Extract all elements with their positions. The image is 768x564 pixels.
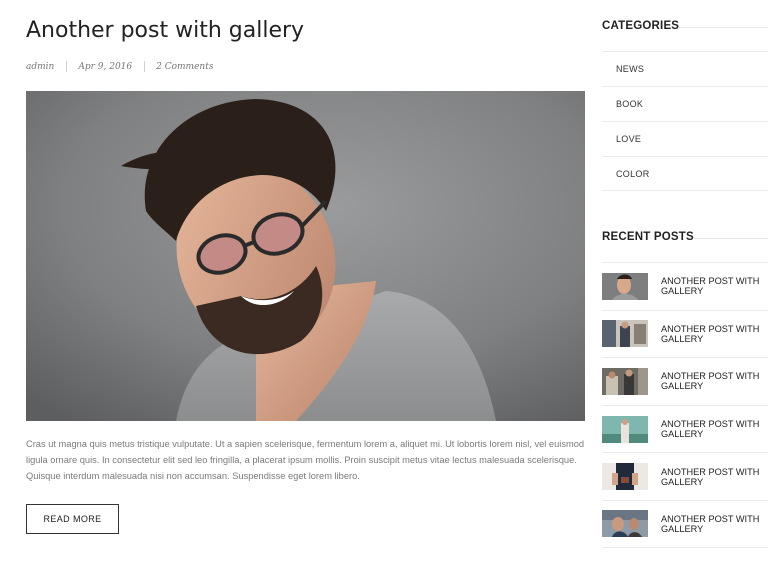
recent-posts-widget-title: RECENT POSTS: [602, 231, 694, 243]
recent-posts-list: ANOTHER POST WITH GALLERY ANOTHER POST W…: [602, 262, 768, 548]
category-item-color[interactable]: COLOR: [602, 156, 768, 191]
recent-post-item[interactable]: ANOTHER POST WITH GALLERY: [602, 452, 768, 500]
post-title[interactable]: Another post with gallery: [26, 18, 304, 43]
categories-list: NEWS BOOK LOVE COLOR: [602, 51, 768, 191]
recent-post-thumbnail[interactable]: [602, 510, 648, 538]
meta-divider: [66, 61, 68, 72]
category-item-love[interactable]: LOVE: [602, 121, 768, 156]
recent-post-item[interactable]: ANOTHER POST WITH GALLERY: [602, 357, 768, 405]
widget-title-rule: [678, 27, 768, 28]
recent-post-title[interactable]: ANOTHER POST WITH GALLERY: [661, 371, 765, 391]
recent-post-thumbnail[interactable]: [602, 320, 648, 348]
post-meta: admin Apr 9, 2016 2 Comments: [26, 60, 213, 73]
recent-post-item[interactable]: ANOTHER POST WITH GALLERY: [602, 404, 768, 453]
category-label[interactable]: COLOR: [616, 169, 650, 179]
post-date[interactable]: Apr 9, 2016: [78, 62, 132, 72]
recent-post-thumbnail[interactable]: [602, 415, 648, 443]
categories-widget-title: CATEGORIES: [602, 20, 680, 32]
post-comments[interactable]: 2 Comments: [156, 62, 213, 72]
category-label[interactable]: NEWS: [616, 64, 644, 74]
widget-title-rule: [694, 238, 768, 239]
recent-post-item[interactable]: ANOTHER POST WITH GALLERY: [602, 499, 768, 548]
category-label[interactable]: BOOK: [616, 99, 643, 109]
recent-post-title[interactable]: ANOTHER POST WITH GALLERY: [661, 419, 765, 439]
portrait-photo: [26, 91, 585, 421]
recent-post-thumbnail[interactable]: [602, 463, 648, 491]
recent-post-item[interactable]: ANOTHER POST WITH GALLERY: [602, 309, 768, 358]
read-more-button[interactable]: READ MORE: [26, 504, 119, 534]
post-excerpt: Cras ut magna quis metus tristique vulpu…: [26, 439, 585, 481]
recent-post-thumbnail[interactable]: [602, 367, 648, 395]
recent-post-title[interactable]: ANOTHER POST WITH GALLERY: [661, 276, 765, 296]
post-featured-image[interactable]: [26, 91, 585, 421]
recent-post-item[interactable]: ANOTHER POST WITH GALLERY: [602, 262, 768, 310]
category-item-news[interactable]: NEWS: [602, 51, 768, 86]
meta-divider: [144, 61, 146, 72]
recent-post-thumbnail[interactable]: [602, 272, 648, 300]
category-label[interactable]: LOVE: [616, 134, 641, 144]
category-item-book[interactable]: BOOK: [602, 86, 768, 121]
recent-post-title[interactable]: ANOTHER POST WITH GALLERY: [661, 514, 765, 534]
recent-post-title[interactable]: ANOTHER POST WITH GALLERY: [661, 324, 765, 344]
post-author[interactable]: admin: [26, 62, 54, 72]
page: Another post with gallery admin Apr 9, 2…: [0, 0, 768, 564]
recent-post-title[interactable]: ANOTHER POST WITH GALLERY: [661, 467, 765, 487]
